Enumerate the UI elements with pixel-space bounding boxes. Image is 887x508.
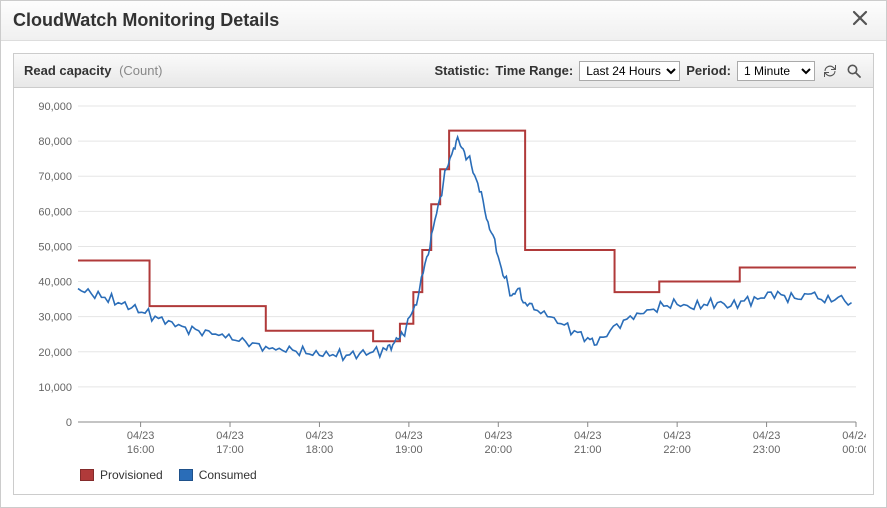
controls-group: Statistic: Time Range: Last 24 Hours Per… bbox=[435, 61, 863, 81]
svg-text:04/23: 04/23 bbox=[306, 430, 334, 442]
svg-text:04/23: 04/23 bbox=[485, 430, 513, 442]
legend-label-consumed: Consumed bbox=[199, 468, 257, 482]
legend-item-provisioned[interactable]: Provisioned bbox=[80, 468, 163, 482]
timerange-label: Time Range: bbox=[495, 63, 573, 78]
legend-swatch-consumed bbox=[179, 469, 193, 481]
legend-swatch-provisioned bbox=[80, 469, 94, 481]
svg-text:30,000: 30,000 bbox=[38, 312, 72, 324]
dialog-title: CloudWatch Monitoring Details bbox=[13, 10, 279, 31]
legend-label-provisioned: Provisioned bbox=[100, 468, 163, 482]
refresh-icon bbox=[822, 63, 838, 79]
metric-panel: Read capacity (Count) Statistic: Time Ra… bbox=[13, 53, 874, 495]
period-label: Period: bbox=[686, 63, 731, 78]
monitoring-dialog: CloudWatch Monitoring Details Read capac… bbox=[0, 0, 887, 508]
panel-header: Read capacity (Count) Statistic: Time Ra… bbox=[14, 54, 873, 88]
svg-text:80,000: 80,000 bbox=[38, 136, 72, 148]
chart-legend: Provisioned Consumed bbox=[20, 464, 867, 490]
statistic-label: Statistic: bbox=[435, 63, 490, 78]
refresh-button[interactable] bbox=[821, 62, 839, 80]
chart-area: 0 10,000 20,000 30,000 40,000 50,000 60,000 70,… bbox=[14, 88, 873, 494]
svg-text:17:00: 17:00 bbox=[216, 444, 244, 456]
svg-text:04/23: 04/23 bbox=[127, 430, 155, 442]
metric-name: Read capacity bbox=[24, 63, 111, 78]
svg-text:04/24: 04/24 bbox=[842, 430, 866, 442]
svg-text:04/23: 04/23 bbox=[216, 430, 244, 442]
svg-text:50,000: 50,000 bbox=[38, 241, 72, 253]
svg-text:21:00: 21:00 bbox=[574, 444, 602, 456]
metric-unit: (Count) bbox=[119, 63, 162, 78]
svg-text:40,000: 40,000 bbox=[38, 277, 72, 289]
magnifier-icon bbox=[846, 63, 862, 79]
svg-text:04/23: 04/23 bbox=[395, 430, 423, 442]
svg-text:22:00: 22:00 bbox=[663, 444, 691, 456]
period-select[interactable]: 1 Minute bbox=[737, 61, 815, 81]
svg-text:04/23: 04/23 bbox=[753, 430, 781, 442]
svg-text:23:00: 23:00 bbox=[753, 444, 781, 456]
timerange-select[interactable]: Last 24 Hours bbox=[579, 61, 680, 81]
svg-text:04/23: 04/23 bbox=[663, 430, 691, 442]
svg-text:20:00: 20:00 bbox=[485, 444, 513, 456]
svg-text:00:00: 00:00 bbox=[842, 444, 866, 456]
close-icon bbox=[852, 10, 868, 26]
legend-item-consumed[interactable]: Consumed bbox=[179, 468, 257, 482]
close-button[interactable] bbox=[846, 8, 874, 33]
svg-text:90,000: 90,000 bbox=[38, 101, 72, 113]
metric-label-group: Read capacity (Count) bbox=[24, 63, 162, 78]
svg-text:10,000: 10,000 bbox=[38, 382, 72, 394]
read-capacity-chart[interactable]: 0 10,000 20,000 30,000 40,000 50,000 60,000 70,… bbox=[20, 96, 866, 464]
svg-text:16:00: 16:00 bbox=[127, 444, 155, 456]
svg-text:60,000: 60,000 bbox=[38, 206, 72, 218]
svg-text:04/23: 04/23 bbox=[574, 430, 602, 442]
svg-text:70,000: 70,000 bbox=[38, 171, 72, 183]
svg-text:19:00: 19:00 bbox=[395, 444, 423, 456]
svg-text:18:00: 18:00 bbox=[306, 444, 334, 456]
svg-text:20,000: 20,000 bbox=[38, 347, 72, 359]
svg-text:0: 0 bbox=[66, 417, 72, 429]
dialog-header: CloudWatch Monitoring Details bbox=[1, 1, 886, 41]
zoom-button[interactable] bbox=[845, 62, 863, 80]
